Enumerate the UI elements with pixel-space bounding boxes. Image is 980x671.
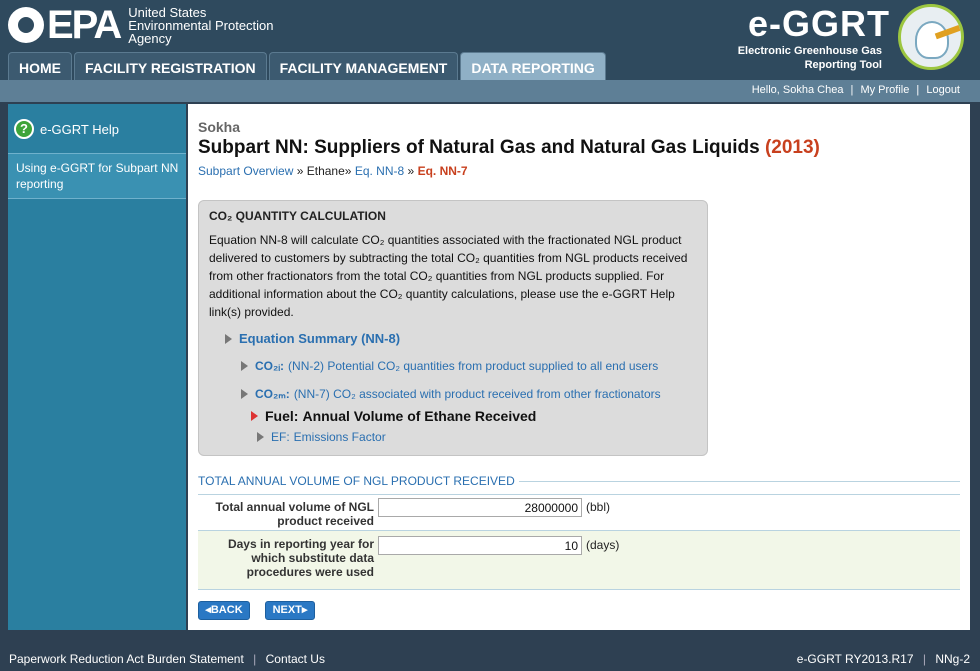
calc-title: CO₂ QUANTITY CALCULATION xyxy=(209,209,386,223)
fuel-symbol: Fuel: xyxy=(265,408,299,424)
tab-home[interactable]: HOME xyxy=(8,52,72,80)
main-nav: HOME FACILITY REGISTRATION FACILITY MANA… xyxy=(8,52,608,80)
volume-label: Total annual volume of NGL product recei… xyxy=(215,500,374,528)
tab-facility-registration[interactable]: FACILITY REGISTRATION xyxy=(74,52,267,80)
breadcrumb-ethane: Ethane xyxy=(306,164,345,178)
back-button[interactable]: ◂BACK xyxy=(198,601,250,620)
paperwork-link[interactable]: Paperwork Reduction Act Burden Statement xyxy=(9,652,244,666)
footer-separator: | xyxy=(922,652,926,666)
section-heading: TOTAL ANNUAL VOLUME OF NGL PRODUCT RECEI… xyxy=(198,474,960,488)
co2i-link[interactable]: (NN-2) Potential CO₂ quantities from pro… xyxy=(288,359,658,373)
tab-facility-management[interactable]: FACILITY MANAGEMENT xyxy=(268,52,459,80)
epa-flower-icon xyxy=(8,6,44,43)
tree-co2m[interactable]: CO₂ₘ: (NN-7) CO₂ associated with product… xyxy=(241,387,661,401)
expand-triangle-icon xyxy=(225,333,232,344)
equation-summary-link[interactable]: Equation Summary (NN-8) xyxy=(239,331,400,346)
substitute-days-unit: (days) xyxy=(586,538,620,552)
page-title: Subpart NN: Suppliers of Natural Gas and… xyxy=(198,137,820,159)
breadcrumb-separator: » xyxy=(296,164,304,178)
eggrt-logo: e-GGRT Electronic Greenhouse Gas Reporti… xyxy=(738,4,964,72)
help-link-subpart-nn[interactable]: Using e-GGRT for Subpart NN reporting xyxy=(8,153,186,199)
page-title-text: Subpart NN: Suppliers of Natural Gas and… xyxy=(198,137,760,158)
co2m-symbol: CO₂ₘ: xyxy=(255,387,290,401)
current-step-arrow-icon xyxy=(251,411,258,421)
tab-data-reporting[interactable]: DATA REPORTING xyxy=(460,52,606,80)
section-title: TOTAL ANNUAL VOLUME OF NGL PRODUCT RECEI… xyxy=(198,474,515,488)
volume-input[interactable] xyxy=(378,498,582,517)
breadcrumb-separator: » xyxy=(344,164,352,178)
epa-wordmark: EPA xyxy=(8,2,122,47)
page-id: NNg-2 xyxy=(935,652,970,666)
expand-triangle-icon xyxy=(241,361,248,371)
contact-us-link[interactable]: Contact Us xyxy=(266,652,325,666)
co2m-link[interactable]: (NN-7) CO₂ associated with product recei… xyxy=(294,387,661,401)
site-header: EPA United States Environmental Protecti… xyxy=(0,0,980,80)
substitute-days-input[interactable] xyxy=(378,536,582,555)
substitute-days-label: Days in reporting year for which substit… xyxy=(227,537,374,579)
site-footer: Paperwork Reduction Act Burden Statement… xyxy=(0,648,980,671)
app-subtitle-1: Electronic Greenhouse Gas xyxy=(737,45,882,57)
my-profile-link[interactable]: My Profile xyxy=(860,84,909,96)
breadcrumb-separator: » xyxy=(407,164,415,178)
expand-triangle-icon xyxy=(257,432,264,442)
epa-logo-text: EPA xyxy=(47,2,122,47)
co2i-symbol: CO₂ᵢ: xyxy=(255,359,285,373)
egret-bird-icon xyxy=(898,4,964,70)
app-title: e-GGRT xyxy=(747,3,890,44)
tree-ef[interactable]: EF: Emissions Factor xyxy=(257,430,386,444)
calc-description: Equation NN-8 will calculate CO₂ quantit… xyxy=(209,233,688,319)
form-row-substitute-days: Days in reporting year for which substit… xyxy=(198,530,960,589)
ef-link[interactable]: Emissions Factor xyxy=(294,430,386,444)
epa-logo[interactable]: EPA United States Environmental Protecti… xyxy=(8,4,274,45)
form-row-volume: Total annual volume of NGL product recei… xyxy=(198,494,960,530)
form-divider xyxy=(198,589,960,590)
user-greeting: Hello, Sokha Chea xyxy=(751,84,844,96)
tree-fuel-current: Fuel: Annual Volume of Ethane Received xyxy=(251,408,536,424)
main-content: Sokha Subpart NN: Suppliers of Natural G… xyxy=(188,104,970,630)
breadcrumb: Subpart Overview » Ethane» Eq. NN-8 » Eq… xyxy=(198,164,468,178)
help-sidebar: ? e-GGRT Help Using e-GGRT for Subpart N… xyxy=(8,104,186,630)
co2-calculation-box: CO₂ QUANTITY CALCULATION Equation NN-8 w… xyxy=(198,200,708,456)
breadcrumb-eq-nn-7: Eq. NN-7 xyxy=(417,164,468,178)
facility-name: Sokha xyxy=(198,119,241,135)
tree-equation-summary[interactable]: Equation Summary (NN-8) xyxy=(225,331,400,346)
separator: | xyxy=(850,84,854,96)
tree-co2i[interactable]: CO₂ᵢ: (NN-2) Potential CO₂ quantities fr… xyxy=(241,359,658,373)
user-bar: Hello, Sokha Chea | My Profile | Logout xyxy=(0,80,980,102)
agency-line-3: Agency xyxy=(128,31,172,46)
breadcrumb-eq-nn-8[interactable]: Eq. NN-8 xyxy=(355,164,404,178)
footer-separator: | xyxy=(253,652,257,666)
next-button[interactable]: NEXT▸ xyxy=(265,601,315,620)
help-question-icon: ? xyxy=(14,119,34,139)
volume-unit: (bbl) xyxy=(586,500,611,514)
fuel-label: Annual Volume of Ethane Received xyxy=(302,408,537,424)
agency-name: United States Environmental Protection A… xyxy=(128,6,273,45)
logout-link[interactable]: Logout xyxy=(926,84,960,96)
help-header: ? e-GGRT Help xyxy=(8,104,186,145)
expand-triangle-icon xyxy=(241,389,248,399)
help-title: e-GGRT Help xyxy=(40,121,119,137)
reporting-year: (2013) xyxy=(764,137,820,158)
ef-symbol: EF: xyxy=(271,430,290,444)
app-subtitle-2: Reporting Tool xyxy=(804,59,882,71)
version-label: e-GGRT RY2013.R17 xyxy=(796,652,914,666)
breadcrumb-subpart-overview[interactable]: Subpart Overview xyxy=(198,164,293,178)
separator: | xyxy=(916,84,920,96)
